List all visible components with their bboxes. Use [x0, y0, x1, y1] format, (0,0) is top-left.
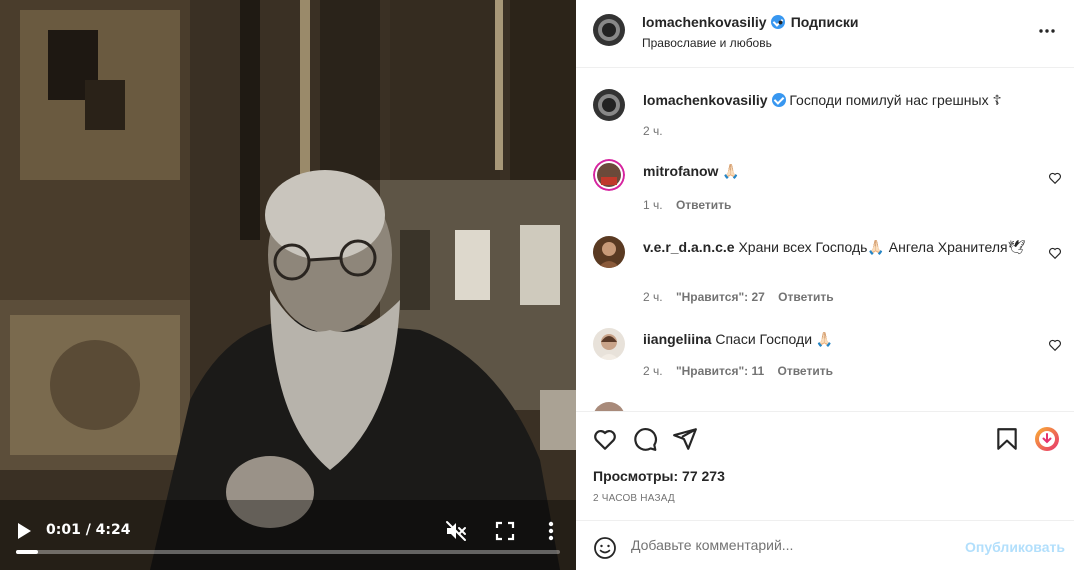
comment-likes[interactable]: "Нравится": 11	[676, 364, 764, 378]
share-send-icon[interactable]	[672, 426, 698, 452]
video-progress-fill	[16, 550, 38, 554]
video-frame	[0, 0, 576, 570]
comments-list[interactable]: lomachenkovasiliy Господи помилуй нас гр…	[576, 69, 1074, 411]
like-comment-heart-icon[interactable]	[1048, 246, 1062, 260]
post-timestamp[interactable]: 2 ЧАСОВ НАЗАД	[593, 493, 675, 504]
commenter-avatar[interactable]	[593, 328, 625, 360]
more-vertical-icon[interactable]	[544, 519, 558, 543]
like-heart-icon[interactable]	[592, 426, 618, 452]
author-avatar[interactable]	[593, 89, 625, 121]
caption-time[interactable]: 2 ч.	[643, 124, 663, 138]
reply-button[interactable]: Ответить	[778, 364, 833, 378]
download-extension-icon[interactable]	[1034, 426, 1060, 452]
video-time: 0:01 / 4:24	[46, 522, 131, 538]
caption-text: Господи помилуй нас грешных ☦	[789, 92, 1002, 108]
commenter-avatar[interactable]	[593, 159, 625, 191]
comment-username[interactable]: iiangeliina	[643, 331, 711, 347]
author-avatar[interactable]	[593, 14, 625, 46]
commenter-avatar[interactable]	[593, 236, 625, 268]
comment-bubble-icon[interactable]	[632, 426, 658, 452]
video-progress-bar[interactable]	[16, 550, 560, 554]
author-username[interactable]: lomachenkovasiliy	[642, 14, 785, 30]
comment-text: 🙏🏻	[722, 163, 740, 179]
comment-text: Спаси Господи 🙏🏻	[715, 331, 834, 347]
post-actions: Просмотры: 77 273 2 ЧАСОВ НАЗАД	[576, 411, 1074, 520]
comment-input[interactable]	[631, 537, 951, 553]
reply-button[interactable]: Ответить	[778, 290, 833, 304]
like-comment-heart-icon[interactable]	[1048, 171, 1062, 185]
reply-button[interactable]: Ответить	[676, 198, 731, 212]
video-controls: 0:01 / 4:24	[0, 506, 576, 570]
comment-time[interactable]: 2 ч.	[643, 290, 663, 304]
mute-icon[interactable]	[444, 519, 468, 543]
comment-time[interactable]: 1 ч.	[643, 198, 663, 212]
play-icon[interactable]	[14, 520, 34, 542]
caption-username[interactable]: lomachenkovasiliy	[643, 92, 768, 108]
comment-username[interactable]: mitrofanow	[643, 163, 718, 179]
publish-button[interactable]: Опубликовать	[965, 539, 1065, 555]
comment-likes[interactable]: "Нравится": 27	[676, 290, 765, 304]
comment-text: Храни всех Господь🙏🏻 Ангела Хранителя🕊	[738, 239, 1026, 255]
post-header: lomachenkovasiliy • Подписки Православие…	[576, 0, 1074, 68]
save-bookmark-icon[interactable]	[994, 426, 1020, 452]
commenter-avatar[interactable]	[593, 402, 625, 411]
follow-status[interactable]: • Подписки	[778, 14, 858, 30]
view-count[interactable]: Просмотры: 77 273	[593, 468, 725, 484]
video-player[interactable]: 0:01 / 4:24	[0, 0, 576, 570]
more-horizontal-icon[interactable]	[1038, 22, 1056, 40]
audio-subtitle[interactable]: Православие и любовь	[642, 36, 772, 50]
comment-time[interactable]: 2 ч.	[643, 364, 663, 378]
emoji-icon[interactable]	[593, 536, 617, 560]
post-panel: lomachenkovasiliy • Подписки Православие…	[576, 0, 1074, 570]
fullscreen-icon[interactable]	[494, 519, 516, 543]
comment-composer: Опубликовать	[576, 520, 1074, 570]
like-comment-heart-icon[interactable]	[1048, 338, 1062, 352]
verified-badge-icon	[771, 93, 786, 107]
comment-username[interactable]: v.e.r_d.a.n.c.e	[643, 239, 735, 255]
